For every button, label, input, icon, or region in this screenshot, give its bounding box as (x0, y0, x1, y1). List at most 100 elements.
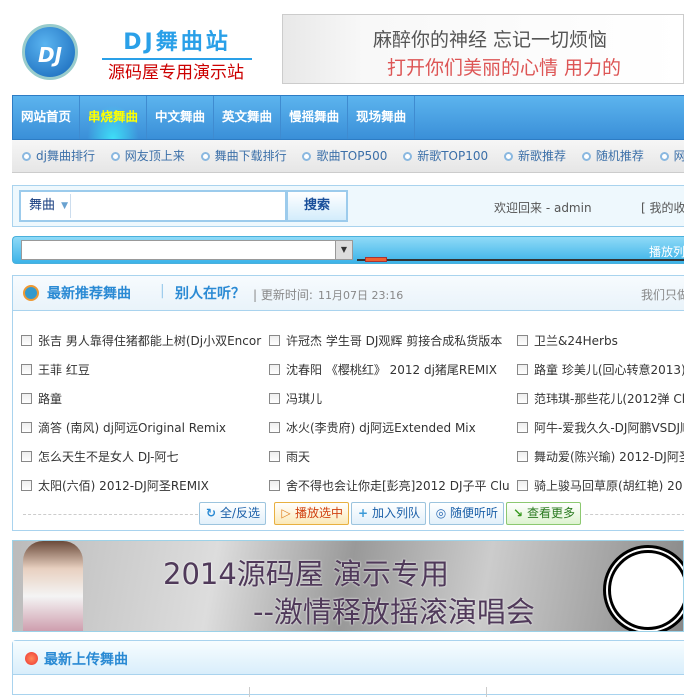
nav-english[interactable]: 英文舞曲 (214, 96, 282, 139)
song-checkbox[interactable] (269, 480, 280, 491)
subnav-item[interactable]: 网友顶上来 (110, 140, 185, 172)
song-item[interactable]: 张吉 男人靠得住猪都能上树(Dj小双Encor (21, 333, 261, 349)
song-checkbox[interactable] (21, 451, 32, 462)
others-listening-tab[interactable]: 别人在听？ (175, 283, 245, 303)
subnav-item[interactable]: 新歌推荐 (503, 140, 566, 172)
subnav-item[interactable]: 舞曲下载排行 (200, 140, 287, 172)
search-type-select[interactable]: 舞曲 ▼ (23, 194, 71, 218)
song-title[interactable]: 路童 珍美儿(回心转意2013) (534, 363, 684, 377)
divider (486, 687, 487, 697)
header-banner[interactable]: 麻醉你的神经 忘记一切烦恼 打开你们美丽的心情 用力的 (282, 14, 684, 84)
latest-upload-title[interactable]: 最新上传舞曲 (44, 649, 128, 669)
button-label: 查看更多 (527, 506, 576, 520)
subnav-item[interactable]: 网 (659, 140, 684, 172)
song-item[interactable]: 许冠杰 学生哥 DJ观辉 剪接合成私货版本 (269, 333, 502, 349)
nav-home[interactable]: 网站首页 (13, 96, 81, 139)
song-actions: ↻ 全/反选 ▷ 播放选中 + 加入列队 ◎ 随便听听 ↘ 查看更多 (13, 502, 684, 526)
add-to-queue-button[interactable]: + 加入列队 (351, 502, 427, 525)
song-checkbox[interactable] (517, 451, 528, 462)
divider (585, 514, 684, 515)
song-title[interactable]: 范玮琪-那些花儿(2012弹 Cl (534, 392, 684, 406)
search-button[interactable]: 搜索 (286, 190, 348, 222)
song-item[interactable]: 舞动爱(陈兴瑜) 2012-DJ阿圣 (517, 449, 684, 465)
song-item[interactable]: 路童 珍美儿(回心转意2013) (517, 362, 684, 378)
song-item[interactable]: 沈春阳 《樱桃红》 2012 dj猪尾REMIX (269, 362, 497, 378)
song-title[interactable]: 冯琪儿 (286, 392, 322, 406)
song-item[interactable]: 冯琪儿 (269, 391, 322, 407)
song-checkbox[interactable] (21, 422, 32, 433)
song-checkbox[interactable] (517, 393, 528, 404)
bullet-icon (110, 152, 120, 161)
nav-chinese[interactable]: 中文舞曲 (147, 96, 215, 139)
song-title[interactable]: 阿牛-爱我久久-DJ阿鹏VSDJ顺 (534, 421, 684, 435)
progress-track[interactable] (357, 259, 684, 261)
song-checkbox[interactable] (269, 451, 280, 462)
song-item[interactable]: 太阳(六佰) 2012-DJ阿圣REMIX (21, 478, 209, 494)
random-listen-button[interactable]: ◎ 随便听听 (429, 502, 505, 525)
song-checkbox[interactable] (269, 422, 280, 433)
select-all-button[interactable]: ↻ 全/反选 (199, 502, 267, 525)
search-input[interactable] (75, 194, 280, 218)
playlist-select[interactable]: ▼ (21, 240, 353, 260)
subnav-item[interactable]: 随机推荐 (581, 140, 644, 172)
song-item[interactable]: 舍不得也会让你走[彭亮]2012 DJ子平 Clu (269, 478, 510, 494)
recommend-header: 最新推荐舞曲 | 别人在听？ | 更新时间: 11月07日 23:16 我们只做 (13, 276, 684, 311)
song-item[interactable]: 滴答 (南风) dj阿远Original Remix (21, 420, 226, 436)
song-item[interactable]: 怎么天生不是女人 DJ-阿七 (21, 449, 179, 465)
song-item[interactable]: 阿牛-爱我久久-DJ阿鹏VSDJ顺 (517, 420, 684, 436)
song-checkbox[interactable] (517, 422, 528, 433)
latest-upload-panel: 最新上传舞曲 (12, 640, 684, 697)
view-more-button[interactable]: ↘ 查看更多 (506, 502, 582, 525)
song-title[interactable]: 舍不得也会让你走[彭亮]2012 DJ子平 Clu (286, 479, 510, 493)
song-checkbox[interactable] (517, 335, 528, 346)
play-selected-button[interactable]: ▷ 播放选中 (274, 502, 350, 525)
song-checkbox[interactable] (21, 393, 32, 404)
nav-medley[interactable]: 串烧舞曲 (80, 96, 148, 139)
song-title[interactable]: 骑上骏马回草原(胡红艳) 20 (534, 479, 682, 493)
song-checkbox[interactable] (21, 364, 32, 375)
song-item[interactable]: 路童 (21, 391, 62, 407)
subnav-item[interactable]: 新歌TOP100 (403, 140, 488, 172)
song-item[interactable]: 范玮琪-那些花儿(2012弹 Cl (517, 391, 684, 407)
subnav-item[interactable]: dj舞曲排行 (22, 140, 95, 172)
subnav-label: 随机推荐 (595, 149, 644, 163)
song-checkbox[interactable] (517, 364, 528, 375)
song-item[interactable]: 冰火(李贵府) dj阿远Extended Mix (269, 420, 476, 436)
dj-logo-icon: DJ (22, 24, 78, 80)
song-checkbox[interactable] (21, 335, 32, 346)
song-checkbox[interactable] (21, 480, 32, 491)
song-item[interactable]: 卫兰&24Herbs (517, 333, 618, 349)
song-title[interactable]: 雨天 (286, 450, 310, 464)
song-title[interactable]: 张吉 男人靠得住猪都能上树(Dj小双Encor (38, 334, 261, 348)
search-box: 舞曲 ▼ (19, 190, 287, 222)
song-title[interactable]: 冰火(李贵府) dj阿远Extended Mix (286, 421, 476, 435)
recommend-title[interactable]: 最新推荐舞曲 (47, 283, 131, 303)
nav-slow[interactable]: 慢摇舞曲 (281, 96, 349, 139)
song-title[interactable]: 太阳(六佰) 2012-DJ阿圣REMIX (38, 479, 209, 493)
song-checkbox[interactable] (269, 364, 280, 375)
my-favorites-link[interactable]: [ 我的收 (641, 199, 684, 216)
song-checkbox[interactable] (269, 335, 280, 346)
ad-banner[interactable]: 2014源码屋 演示专用 --激情释放摇滚演唱会 (12, 540, 684, 632)
nav-live[interactable]: 现场舞曲 (348, 96, 416, 139)
song-title[interactable]: 路童 (38, 392, 62, 406)
button-label: 随便听听 (450, 506, 499, 520)
song-title[interactable]: 王菲 红豆 (38, 363, 90, 377)
song-title[interactable]: 沈春阳 《樱桃红》 2012 dj猪尾REMIX (286, 363, 497, 377)
progress-slider[interactable] (365, 257, 388, 262)
subnav-item[interactable]: 歌曲TOP500 (302, 140, 387, 172)
bullet-icon (503, 152, 513, 161)
song-title[interactable]: 舞动爱(陈兴瑜) 2012-DJ阿圣 (534, 450, 684, 464)
site-logo[interactable]: DJ DJ舞曲站 源码屋专用演示站 (22, 20, 252, 86)
song-title[interactable]: 怎么天生不是女人 DJ-阿七 (38, 450, 179, 464)
playlist-label[interactable]: 播放列 (649, 243, 684, 260)
song-title[interactable]: 卫兰&24Herbs (534, 334, 618, 348)
song-item[interactable]: 王菲 红豆 (21, 362, 90, 378)
song-checkbox[interactable] (517, 480, 528, 491)
song-title[interactable]: 许冠杰 学生哥 DJ观辉 剪接合成私货版本 (286, 334, 502, 348)
song-checkbox[interactable] (269, 393, 280, 404)
song-item[interactable]: 骑上骏马回草原(胡红艳) 20 (517, 478, 682, 494)
search-bar: 舞曲 ▼ 搜索 欢迎回来 - admin [ 我的收 (12, 185, 684, 227)
song-title[interactable]: 滴答 (南风) dj阿远Original Remix (38, 421, 226, 435)
song-item[interactable]: 雨天 (269, 449, 310, 465)
